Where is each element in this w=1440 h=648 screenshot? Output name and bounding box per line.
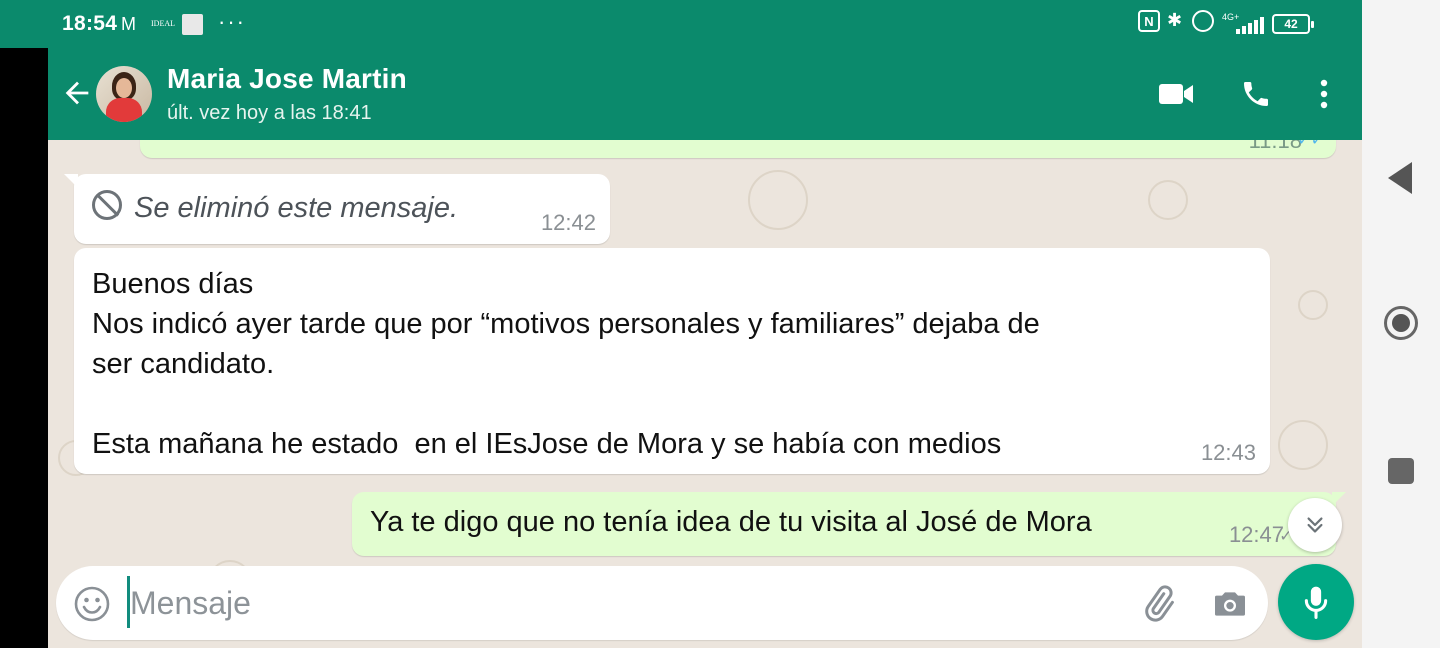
more-vert-icon[interactable] <box>1306 76 1342 112</box>
left-edge-strip <box>0 0 48 648</box>
wallpaper-doodle <box>1278 420 1328 470</box>
back-arrow-icon[interactable] <box>60 76 94 110</box>
message-text: Buenos días Nos indicó ayer tarde que po… <box>92 264 1232 464</box>
deleted-message-text: Se eliminó este mensaje. <box>134 192 458 224</box>
wallpaper-doodle <box>1148 180 1188 220</box>
message-composer <box>56 566 1268 640</box>
message-time: 12:42 <box>540 210 596 235</box>
wallpaper-doodle <box>748 170 808 230</box>
deleted-message-bubble[interactable]: Se eliminó este mensaje. 12:42 <box>64 174 610 244</box>
camera-icon[interactable] <box>1210 584 1250 624</box>
battery-icon: 42 <box>1272 14 1314 34</box>
nav-home-icon[interactable] <box>1384 306 1418 340</box>
last-seen-status: últ. vez hoy a las 18:41 <box>167 102 372 124</box>
nav-back-icon[interactable] <box>1388 162 1412 194</box>
ideal-notification-icon: IDEAL <box>151 19 175 28</box>
wallpaper-doodle <box>1298 290 1328 320</box>
message-time: 12:43 <box>1200 440 1256 465</box>
attachment-icon[interactable] <box>1138 584 1178 624</box>
incoming-message-bubble[interactable]: Buenos días Nos indicó ayer tarde que po… <box>74 248 1270 474</box>
outgoing-message-bubble[interactable]: Ya te digo que no tenía idea de tu visit… <box>352 492 1346 556</box>
blocked-icon <box>92 190 122 220</box>
message-line: Nos indicó ayer tarde que por “motivos p… <box>92 308 1040 340</box>
message-text: Ya te digo que no tenía idea de tu visit… <box>370 506 1092 538</box>
microphone-icon <box>1304 586 1328 619</box>
bubble-tail <box>1332 492 1346 506</box>
emoji-icon[interactable] <box>74 586 110 622</box>
message-line: ser candidato. <box>92 348 275 380</box>
phone-icon[interactable] <box>1238 76 1274 112</box>
contact-avatar[interactable] <box>96 66 152 122</box>
voice-message-button[interactable] <box>1278 564 1354 640</box>
bubble-tail <box>64 174 78 188</box>
read-receipt-icon: ✓✓ <box>1297 140 1324 149</box>
message-line <box>92 384 1232 424</box>
signal-strength-icon <box>1236 16 1264 34</box>
notification-square-icon <box>182 14 203 35</box>
status-bar: 18:54 M IDEAL ··· N ✱ 4G+ 42 <box>0 0 1362 48</box>
contact-name[interactable]: Maria Jose Martin <box>167 63 407 95</box>
message-line: Esta mañana he estado en el IEsJose de M… <box>92 428 1002 460</box>
nav-recents-icon[interactable] <box>1388 458 1414 484</box>
video-call-icon[interactable] <box>1158 76 1194 112</box>
more-notifications-icon: ··· <box>218 9 246 34</box>
message-time: 11:18 <box>1248 140 1302 153</box>
previous-message-bubble[interactable]: 11:18 ✓✓ <box>140 140 1336 158</box>
nfc-icon: N <box>1138 10 1160 32</box>
double-chevron-down-icon <box>1307 517 1323 533</box>
bluetooth-icon: ✱ <box>1167 10 1183 30</box>
system-navigation-bar <box>1362 0 1440 648</box>
status-time: 18:54 <box>62 12 118 35</box>
message-time: 12:47 <box>1228 522 1284 547</box>
alarm-icon <box>1192 10 1214 32</box>
message-line: Buenos días <box>92 268 254 300</box>
chat-header: Maria Jose Martin últ. vez hoy a las 18:… <box>48 48 1362 140</box>
scroll-to-bottom-button[interactable] <box>1288 498 1342 552</box>
message-input[interactable] <box>130 580 1070 626</box>
gmail-icon: M <box>121 14 136 34</box>
